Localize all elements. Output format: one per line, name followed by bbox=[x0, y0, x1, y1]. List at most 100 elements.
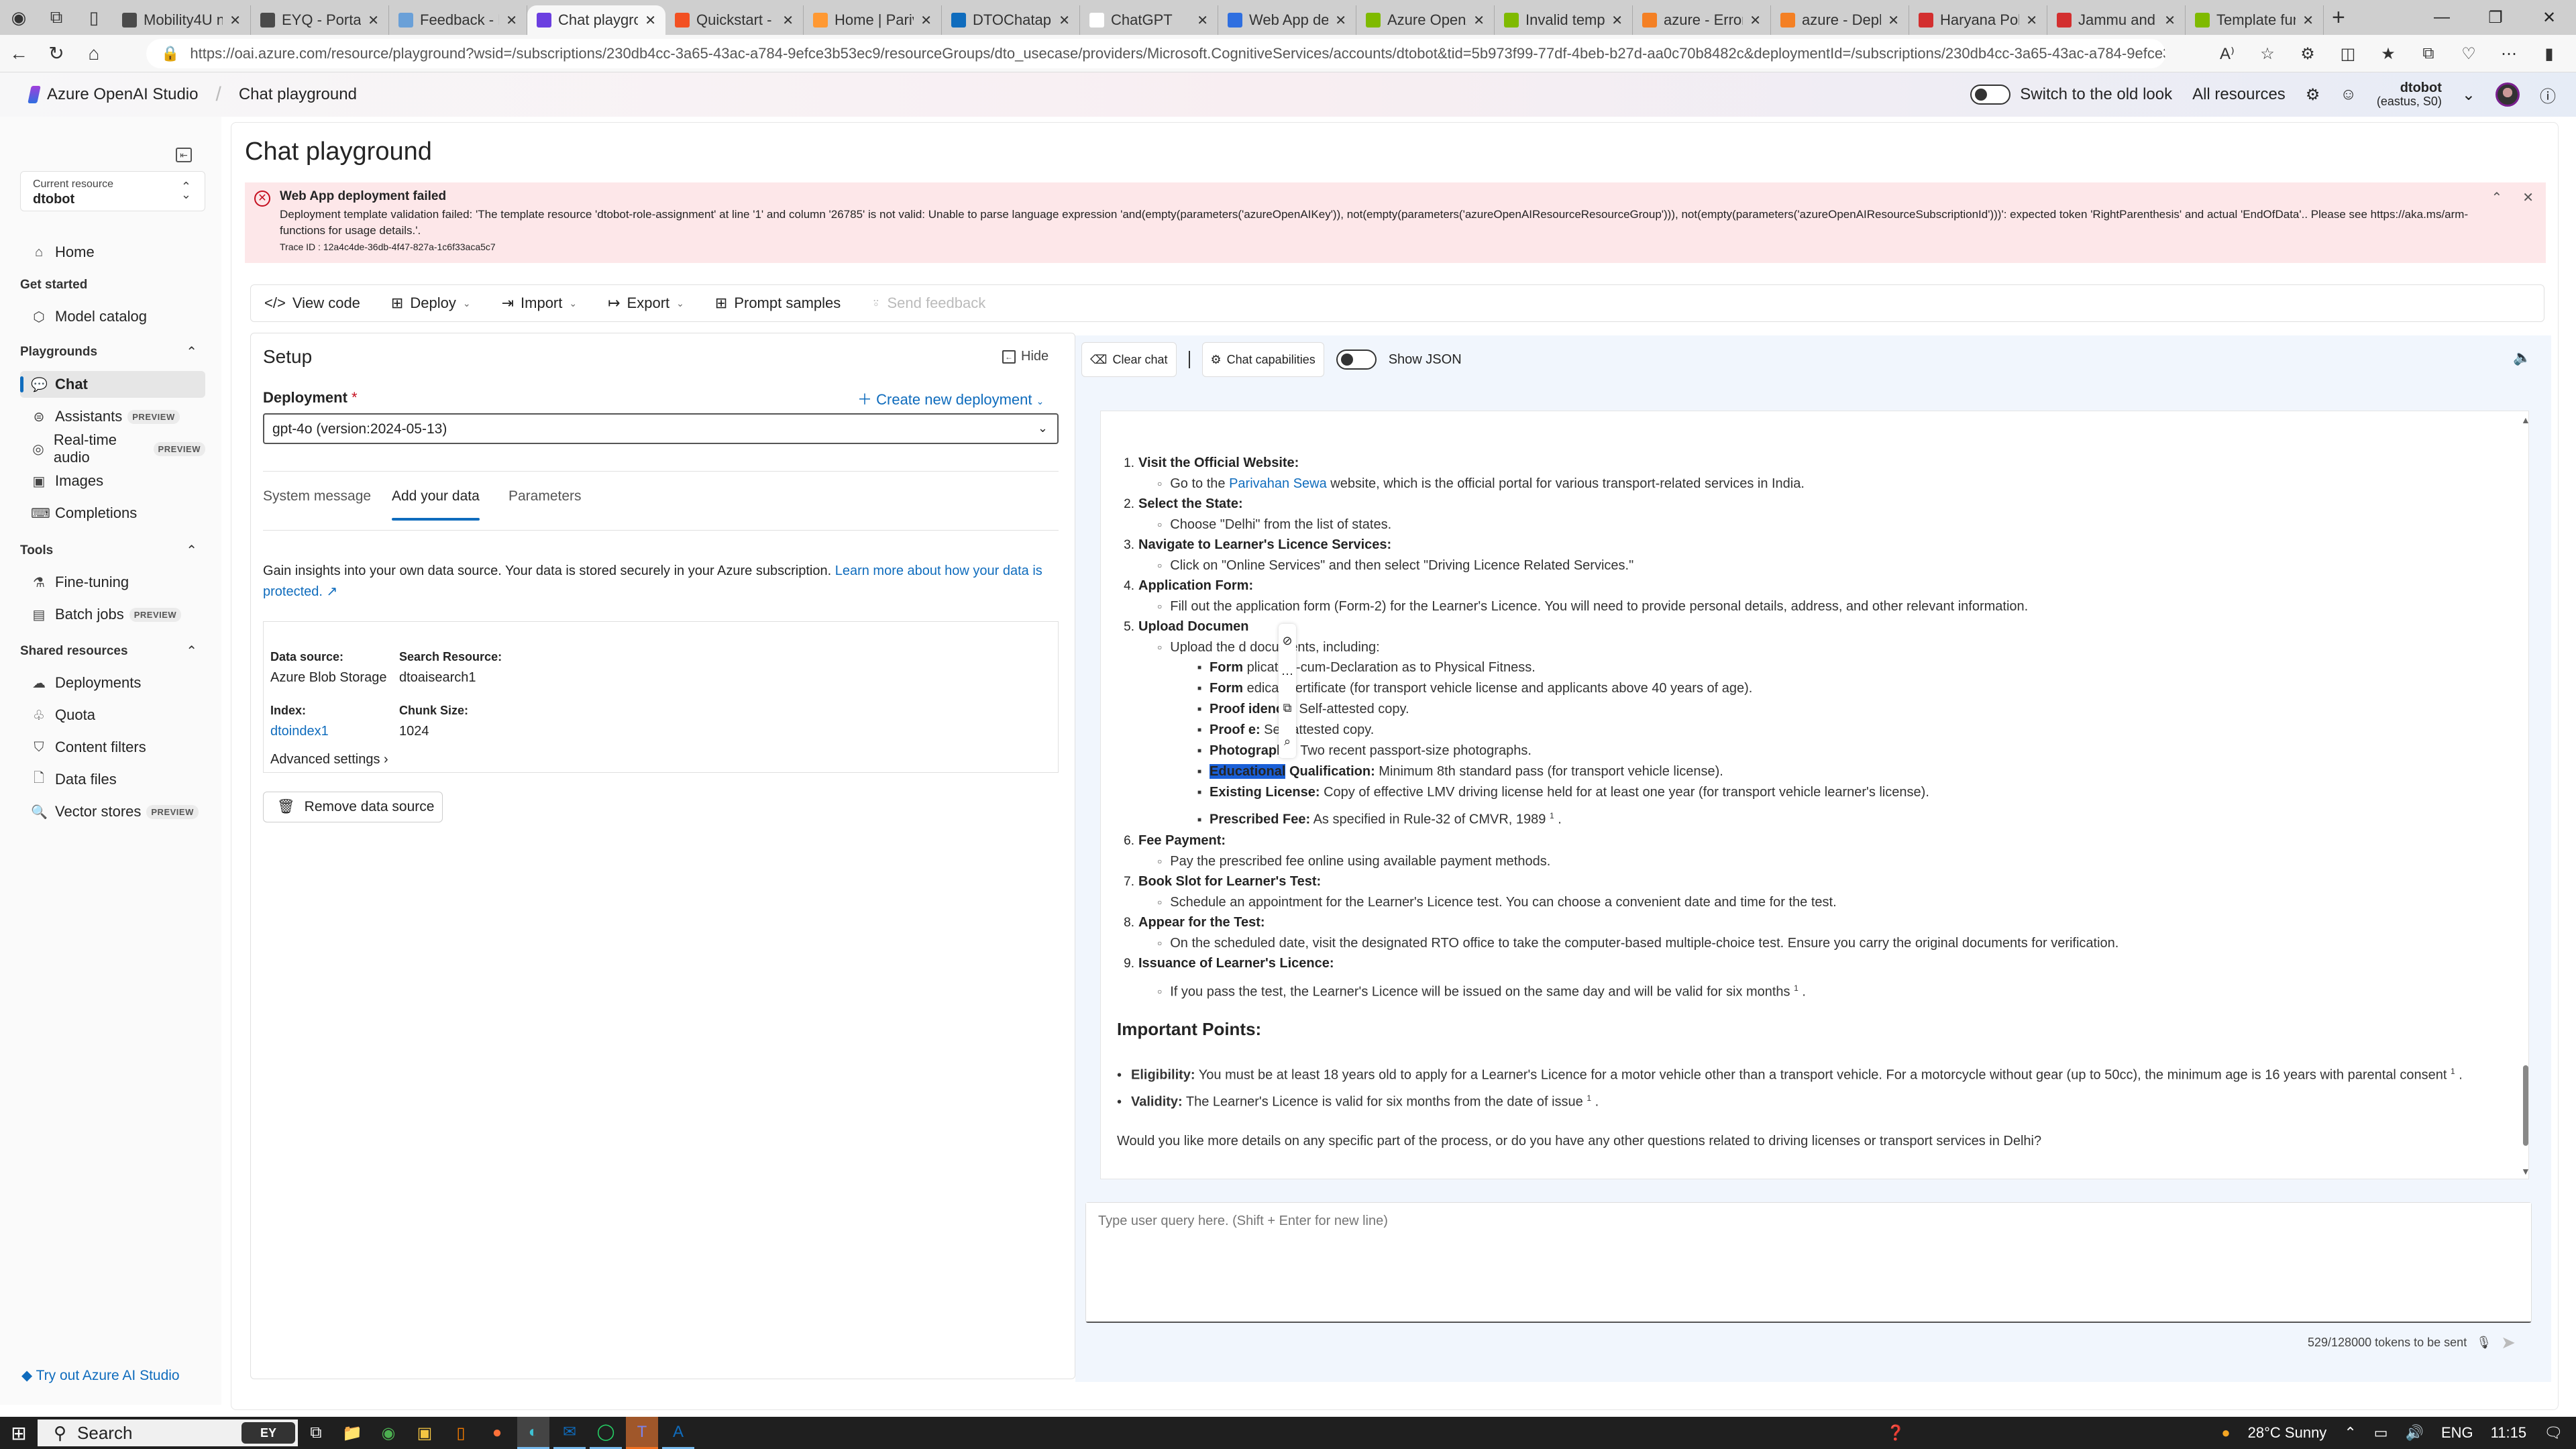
hide-icon[interactable]: ⊘ bbox=[1282, 634, 1292, 648]
sidebar-section-shared-resources[interactable]: Shared resources ⌃ bbox=[20, 644, 205, 659]
speaker-icon[interactable]: 🔈 bbox=[2513, 349, 2531, 366]
azure-app-icon[interactable]: A bbox=[662, 1417, 694, 1449]
close-tab-icon[interactable]: ✕ bbox=[2026, 12, 2037, 29]
browser-tab[interactable]: ChatGPT ✕ bbox=[1080, 5, 1218, 35]
sidebar-item-model-catalog[interactable]: ⬡ Model catalog bbox=[20, 303, 205, 330]
sidebar-section-playgrounds[interactable]: Playgrounds ⌃ bbox=[20, 345, 205, 360]
scroll-down-icon[interactable]: ▼ bbox=[2521, 1166, 2530, 1177]
collapse-alert-icon[interactable]: ⌃ bbox=[2491, 189, 2502, 206]
help-app-icon[interactable]: ▣ bbox=[409, 1417, 441, 1449]
browser-tab[interactable]: Home | Parival ✕ bbox=[804, 5, 942, 35]
advanced-settings-button[interactable]: Advanced settings › bbox=[270, 752, 388, 767]
edge-icon[interactable]: ◐ bbox=[517, 1417, 549, 1449]
close-tab-icon[interactable]: ✕ bbox=[506, 12, 517, 29]
create-new-deployment-button[interactable]: ＋ Create new deployment ⌄ bbox=[857, 388, 1044, 409]
chevron-down-icon[interactable]: ⌄ bbox=[2462, 85, 2475, 105]
browser-tab[interactable]: Mobility4U no ✕ bbox=[113, 5, 251, 35]
browser-tab[interactable]: DTOChatapp - ✕ bbox=[942, 5, 1080, 35]
help-tray-icon[interactable]: ❓ bbox=[1886, 1424, 1904, 1442]
sidebar-item-deployments[interactable]: ☁ Deployments bbox=[20, 669, 205, 696]
language-indicator[interactable]: ENG bbox=[2441, 1424, 2473, 1442]
sidebar-item-data-files[interactable]: 🗋 Data files bbox=[20, 766, 205, 793]
scroll-up-icon[interactable]: ▲ bbox=[2521, 415, 2530, 425]
collapse-sidebar-icon[interactable]: ⇤ bbox=[176, 148, 192, 162]
close-tab-icon[interactable]: ✕ bbox=[1197, 12, 1208, 29]
clear-chat-button[interactable]: ⌫ Clear chat bbox=[1081, 342, 1177, 377]
close-tab-icon[interactable]: ✕ bbox=[1750, 12, 1761, 29]
weather-text[interactable]: 28°C Sunny bbox=[2248, 1424, 2327, 1442]
browser-tab[interactable]: EYQ - Portal ✕ bbox=[251, 5, 389, 35]
browser-tab[interactable]: Web App depl ✕ bbox=[1218, 5, 1356, 35]
more-options-icon[interactable]: ⋯ bbox=[1281, 667, 1293, 682]
prompt-samples-button[interactable]: ⊞ Prompt samples bbox=[715, 294, 841, 312]
sidebar-item-chat[interactable]: 💬 Chat bbox=[20, 371, 205, 398]
tab-system-message[interactable]: System message bbox=[263, 488, 371, 504]
citation-marker[interactable]: 1 bbox=[1794, 983, 1799, 993]
show-json-toggle[interactable] bbox=[1336, 350, 1377, 370]
search-icon[interactable]: ⌕ bbox=[1284, 735, 1291, 749]
deploy-button[interactable]: ⊞ Deploy ⌄ bbox=[391, 294, 471, 312]
sidebar-item-realtime-audio[interactable]: ◎ Real-time audio PREVIEW bbox=[20, 431, 205, 466]
sidebar-item-images[interactable]: ▣ Images bbox=[20, 468, 205, 494]
copy-icon[interactable]: ⧉ bbox=[1283, 701, 1292, 715]
old-look-toggle[interactable] bbox=[1970, 85, 2011, 105]
close-tab-icon[interactable]: ✕ bbox=[1059, 12, 1070, 29]
battery-icon[interactable]: ▭ bbox=[2374, 1424, 2388, 1442]
microphone-icon[interactable]: 🎙 bbox=[2476, 1336, 2491, 1350]
index-link[interactable]: dtoindex1 bbox=[270, 724, 329, 739]
sidebar-item-content-filters[interactable]: ⛉ Content filters bbox=[20, 734, 205, 761]
close-tab-icon[interactable]: ✕ bbox=[1611, 12, 1623, 29]
sidebar-item-assistants[interactable]: ⊜ Assistants PREVIEW bbox=[20, 403, 205, 430]
hide-setup-button[interactable]: ← Hide bbox=[1002, 349, 1049, 364]
taskbar-search[interactable]: ⚲ Search EY bbox=[38, 1419, 298, 1446]
citation-marker[interactable]: 1 bbox=[1550, 811, 1554, 820]
chat-scrollbar[interactable]: ▲ ▼ bbox=[2521, 415, 2530, 1177]
close-tab-icon[interactable]: ✕ bbox=[2164, 12, 2176, 29]
close-tab-icon[interactable]: ✕ bbox=[1888, 12, 1899, 29]
user-avatar[interactable] bbox=[2496, 83, 2520, 107]
favorite-star-icon[interactable]: ☆ bbox=[2247, 44, 2288, 64]
phone-link-icon[interactable]: ▯ bbox=[445, 1417, 477, 1449]
back-button[interactable]: ← bbox=[0, 35, 38, 72]
browser-tab[interactable]: Invalid templat ✕ bbox=[1495, 5, 1633, 35]
sidebar-toggle-icon[interactable]: ▮ bbox=[2529, 44, 2569, 64]
feedback-smiley-icon[interactable]: ☺ bbox=[2340, 85, 2357, 104]
close-window-button[interactable]: ✕ bbox=[2522, 0, 2576, 35]
tab-parameters[interactable]: Parameters bbox=[508, 488, 582, 504]
deployment-select[interactable]: gpt-4o (version:2024-05-13) ⌄ bbox=[263, 413, 1059, 444]
brand-link[interactable]: Azure OpenAI Studio bbox=[47, 85, 198, 104]
close-tab-icon[interactable]: ✕ bbox=[920, 12, 932, 29]
try-azure-ai-studio-link[interactable]: ◆ Try out Azure AI Studio bbox=[21, 1367, 180, 1384]
browser-tab[interactable]: Quickstart - De ✕ bbox=[665, 5, 804, 35]
tab-add-your-data[interactable]: Add your data bbox=[392, 488, 480, 521]
clock[interactable]: 11:15 bbox=[2491, 1424, 2526, 1442]
new-tab-button[interactable]: + bbox=[2332, 5, 2345, 31]
dismiss-alert-icon[interactable]: ✕ bbox=[2522, 189, 2534, 206]
send-icon[interactable]: ➤ bbox=[2501, 1332, 2516, 1353]
notifications-icon[interactable]: 🗨 bbox=[2544, 1424, 2563, 1442]
citation-marker[interactable]: 1 bbox=[2451, 1067, 2455, 1076]
whatsapp-icon[interactable]: ◯ bbox=[590, 1417, 622, 1449]
settings-gear-icon[interactable]: ⚙ bbox=[2306, 85, 2320, 105]
browser-tab[interactable]: azure - Error: T ✕ bbox=[1633, 5, 1771, 35]
tray-overflow-icon[interactable]: ⌃ bbox=[2344, 1424, 2356, 1442]
scrollbar-thumb[interactable] bbox=[2523, 1065, 2528, 1146]
close-tab-icon[interactable]: ✕ bbox=[229, 12, 241, 29]
url-input[interactable]: 🔒 https://oai.azure.com/resource/playgro… bbox=[146, 39, 2165, 68]
help-icon[interactable]: ⓘ bbox=[2540, 83, 2556, 107]
read-aloud-icon[interactable]: A⁾ bbox=[2207, 44, 2247, 64]
sidebar-item-batch-jobs[interactable]: ▤ Batch jobs PREVIEW bbox=[20, 601, 205, 628]
outlook-icon[interactable]: ✉ bbox=[553, 1417, 586, 1449]
view-code-button[interactable]: </> View code bbox=[264, 294, 360, 312]
file-explorer-icon[interactable]: 📁 bbox=[336, 1417, 368, 1449]
task-view-icon[interactable]: ⧉ bbox=[300, 1417, 332, 1449]
browser-tab[interactable]: Chat playgroun ✕ bbox=[527, 5, 665, 35]
chat-capabilities-button[interactable]: ⚙ Chat capabilities bbox=[1201, 342, 1324, 377]
profile-avatar-icon[interactable]: ◉ bbox=[0, 0, 38, 35]
restore-button[interactable]: ❐ bbox=[2469, 0, 2522, 35]
more-menu-icon[interactable]: ⋯ bbox=[2489, 44, 2529, 64]
close-tab-icon[interactable]: ✕ bbox=[645, 12, 656, 29]
split-screen-icon[interactable]: ◫ bbox=[2328, 44, 2368, 64]
import-button[interactable]: ⇥ Import ⌄ bbox=[502, 294, 578, 312]
close-tab-icon[interactable]: ✕ bbox=[1335, 12, 1346, 29]
